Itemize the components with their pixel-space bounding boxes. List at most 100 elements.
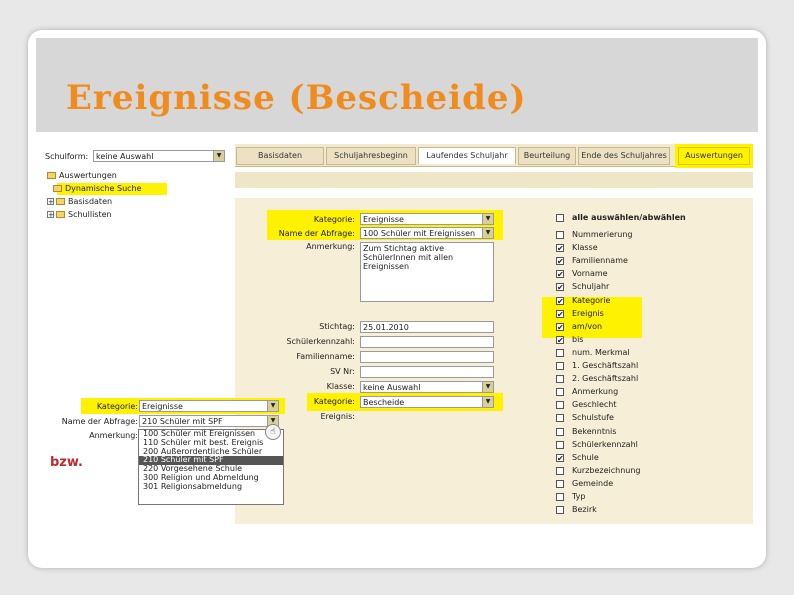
column-label: Anmerkung	[572, 387, 619, 397]
column-checkbox[interactable]: ✔	[556, 283, 564, 292]
column-label: Typ	[572, 492, 586, 501]
column-checkbox[interactable]	[556, 414, 564, 423]
application-screenshot: Schulform: keine Auswahl ▼ Auswertungen D…	[45, 134, 753, 524]
svnr-label: SV Nr:	[330, 367, 355, 376]
column-label: num. Merkmal	[572, 347, 630, 357]
column-label: am/von	[572, 321, 603, 331]
ereignis-label: Ereignis:	[320, 412, 355, 421]
column-checkbox[interactable]	[556, 466, 564, 475]
column-label: Kategorie	[572, 295, 611, 305]
column-label: Schulstufe	[572, 413, 614, 423]
cursor-hand-icon: ☝	[265, 424, 281, 440]
column-label: 2. Geschäftszahl	[572, 374, 639, 384]
column-label: 1. Geschäftszahl	[572, 361, 639, 370]
chevron-down-icon: ▼	[267, 401, 278, 411]
column-label: Nummerierung	[572, 230, 633, 239]
column-checkbox[interactable]: ✔	[556, 296, 564, 305]
kennzahl-input[interactable]	[360, 336, 494, 348]
overlay-abfrage-select[interactable]: 210 Schüler mit SPF ▼	[139, 415, 279, 427]
column-checkbox[interactable]	[556, 362, 564, 370]
column-checkbox[interactable]	[556, 401, 564, 410]
column-checkbox[interactable]	[556, 493, 564, 501]
expand-icon[interactable]: +	[47, 198, 54, 206]
anmerkung-label: Anmerkung:	[306, 242, 355, 251]
column-checkbox[interactable]	[556, 231, 564, 239]
kategorie-select[interactable]: Ereignisse ▼	[360, 213, 494, 225]
chevron-down-icon: ▼	[213, 151, 224, 161]
overlay-kategorie-select[interactable]: Ereignisse ▼	[139, 400, 279, 412]
anmerkung-textarea[interactable]: Zum Stichtag aktive SchülerInnen mit all…	[360, 242, 494, 302]
tree-item-auswertungen[interactable]: Auswertungen	[47, 171, 117, 180]
column-checkbox[interactable]: ✔	[556, 335, 564, 344]
column-label: Familienname	[572, 256, 628, 266]
klasse-label: Klasse:	[326, 382, 355, 391]
select-all-label: alle auswählen/abwählen	[572, 213, 686, 222]
familienname-label: Familienname:	[296, 352, 355, 361]
kategorie2-label: Kategorie:	[313, 397, 355, 406]
tab-basisdaten[interactable]: Basisdaten	[236, 147, 324, 165]
overlay-abfrage-label: Name der Abfrage:	[61, 417, 138, 426]
schulform-label: Schulform:	[45, 152, 89, 161]
column-checkbox[interactable]	[556, 440, 564, 449]
column-label: Klasse	[572, 243, 598, 253]
folder-icon	[56, 211, 65, 218]
column-checkbox[interactable]	[556, 479, 564, 488]
column-checkbox[interactable]	[556, 427, 564, 436]
column-label: Vorname	[572, 269, 608, 279]
select-all-checkbox[interactable]	[556, 214, 564, 222]
tree-item-schullisten[interactable]: + Schullisten	[47, 210, 112, 219]
abfrage-select[interactable]: 100 Schüler mit Ereignissen ▼	[360, 227, 494, 239]
chevron-down-icon: ▼	[482, 382, 493, 392]
column-label: Schule	[572, 452, 599, 462]
column-checkbox[interactable]: ✔	[556, 453, 564, 462]
expand-icon[interactable]: +	[47, 211, 54, 219]
column-checkbox[interactable]: ✔	[556, 257, 564, 266]
tab-laufendes-schuljahr[interactable]: Laufendes Schuljahr	[418, 147, 516, 164]
home-icon	[47, 172, 56, 179]
tree-item-basisdaten[interactable]: + Basisdaten	[47, 197, 112, 206]
tree-item-dynamische-suche[interactable]: Dynamische Suche	[53, 184, 142, 193]
tab-beurteilung[interactable]: Beurteilung	[518, 147, 576, 165]
column-checkbox[interactable]	[556, 388, 564, 397]
column-label: bis	[572, 334, 584, 344]
bzw-note: bzw.	[50, 455, 83, 470]
overlay-kategorie-label: Kategorie:	[96, 402, 138, 411]
dropdown-option[interactable]: 301 Religionsabmeldung	[139, 482, 283, 492]
svnr-input[interactable]	[360, 366, 494, 378]
column-checkbox[interactable]	[556, 375, 564, 384]
column-checkbox[interactable]: ✔	[556, 270, 564, 279]
column-label: Kurzbezeichnung	[572, 465, 641, 475]
overlay-dropdown-list[interactable]: 100 Schüler mit Ereignissen 110 Schüler m…	[138, 429, 284, 505]
tab-schuljahresbeginn[interactable]: Schuljahresbeginn	[326, 147, 416, 165]
column-label: Schülerkennzahl	[572, 439, 638, 449]
column-checkbox[interactable]	[556, 348, 564, 357]
abfrage-label: Name der Abfrage:	[278, 229, 355, 238]
column-checkbox[interactable]: ✔	[556, 309, 564, 318]
column-label: Ereignis	[572, 308, 604, 318]
stichtag-label: Stichtag:	[319, 322, 355, 331]
column-checkbox[interactable]	[556, 506, 564, 515]
kategorie-label: Kategorie:	[313, 215, 355, 224]
column-label: Schuljahr	[572, 282, 610, 292]
column-checkbox[interactable]: ✔	[556, 322, 564, 331]
chevron-down-icon: ▼	[482, 397, 493, 407]
overlay-anmerkung-label: Anmerkung:	[89, 431, 138, 440]
column-label: Geschlecht	[572, 400, 617, 410]
folder-icon	[53, 185, 62, 192]
kennzahl-label: Schülerkennzahl:	[286, 337, 355, 346]
column-label: Bekenntnis	[572, 426, 617, 436]
klasse-select[interactable]: keine Auswahl ▼	[360, 381, 494, 393]
kategorie2-select[interactable]: Bescheide ▼	[360, 396, 494, 408]
stichtag-input[interactable]: 25.01.2010	[360, 321, 494, 333]
column-label: Gemeinde	[572, 478, 614, 488]
tab-ende-des-schuljahres[interactable]: Ende des Schuljahres	[578, 147, 670, 165]
familienname-input[interactable]	[360, 351, 494, 363]
slide-title: Ereignisse (Bescheide)	[66, 78, 527, 118]
chevron-down-icon: ▼	[482, 214, 493, 224]
folder-icon	[56, 198, 65, 205]
tab-auswertungen[interactable]: Auswertungen	[678, 147, 750, 165]
column-label: Bezirk	[572, 505, 597, 515]
column-checkbox[interactable]: ✔	[556, 244, 564, 253]
chevron-down-icon: ▼	[482, 228, 493, 238]
schulform-select[interactable]: keine Auswahl ▼	[93, 150, 225, 162]
